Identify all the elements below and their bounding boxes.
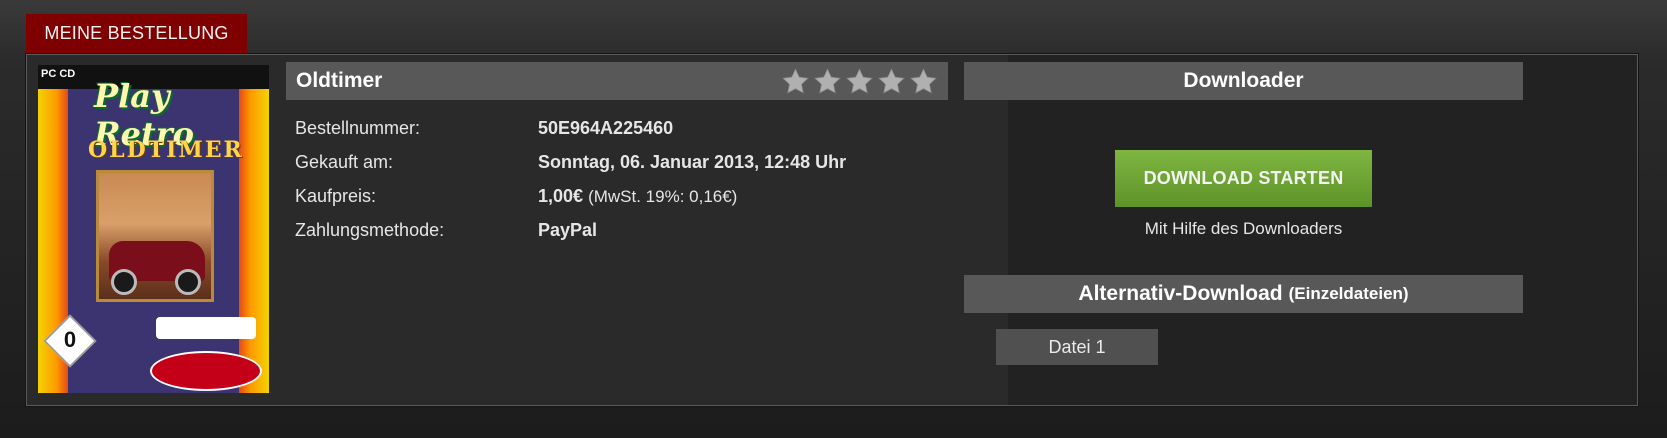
detail-row: Zahlungsmethode: PayPal [295, 213, 846, 247]
detail-label: Zahlungsmethode: [295, 219, 445, 240]
detail-note: (MwSt. 19%: 0,16€) [588, 186, 738, 206]
cover-platform-label: PC CD [41, 68, 76, 80]
cover-wheel [175, 269, 201, 295]
cover-game-title: OLDTIMER [88, 137, 244, 163]
star-icon[interactable] [877, 67, 906, 96]
detail-row: Gekauft am: Sonntag, 06. Januar 2013, 12:… [295, 145, 846, 179]
rating-stars[interactable] [781, 67, 938, 96]
detail-label: Gekauft am: [295, 151, 394, 172]
download-hint: Mit Hilfe des Downloaders [1144, 219, 1343, 238]
detail-label: Bestellnummer: [295, 117, 421, 138]
detail-value: 50E964A225460 [538, 118, 673, 139]
star-icon[interactable] [845, 67, 874, 96]
detail-value: Sonntag, 06. Januar 2013, 12:48 Uhr [538, 152, 846, 173]
product-header: Oldtimer [286, 62, 948, 100]
detail-value-text: 1,00€ [538, 185, 584, 206]
detail-label: Kaufpreis: [295, 185, 377, 206]
section-tab-meine-bestellung: MEINE BESTELLUNG [26, 14, 247, 53]
download-start-button[interactable]: DOWNLOAD STARTEN [1115, 150, 1372, 207]
star-icon[interactable] [909, 67, 938, 96]
detail-value-text: PayPal [538, 219, 598, 240]
cover-windows-badge [150, 351, 262, 391]
detail-row: Kaufpreis: 1,00€ (MwSt. 19%: 0,16€) [295, 179, 846, 213]
cover-requirements-box [156, 317, 256, 339]
cover-age-rating-number: 0 [63, 327, 77, 352]
cover-wheel [111, 269, 137, 295]
detail-row: Bestellnummer: 50E964A225460 [295, 111, 846, 145]
downloader-header: Downloader [964, 62, 1523, 100]
file-download-button[interactable]: Datei 1 [996, 329, 1158, 365]
star-icon[interactable] [813, 67, 842, 96]
alternative-download-header: Alternativ-Download (Einzeldateien) [964, 275, 1523, 313]
alternative-download-title: Alternativ-Download [1078, 282, 1283, 305]
detail-value: PayPal [538, 220, 597, 241]
star-icon[interactable] [781, 67, 810, 96]
cover-painting [96, 170, 214, 302]
detail-value-text: Sonntag, 06. Januar 2013, 12:48 Uhr [538, 151, 847, 172]
order-details: Bestellnummer: 50E964A225460 Gekauft am: So… [295, 111, 846, 247]
detail-value: 1,00€ (MwSt. 19%: 0,16€) [538, 186, 737, 207]
order-panel: PC CD Play Retro OLDTIMER 0 Oldtimer Bes… [26, 54, 1638, 406]
detail-value-text: 50E964A225460 [538, 117, 674, 138]
alternative-download-suffix: (Einzeldateien) [1288, 284, 1409, 303]
product-cover-image: PC CD Play Retro OLDTIMER 0 [38, 65, 269, 393]
product-title: Oldtimer [296, 69, 383, 92]
